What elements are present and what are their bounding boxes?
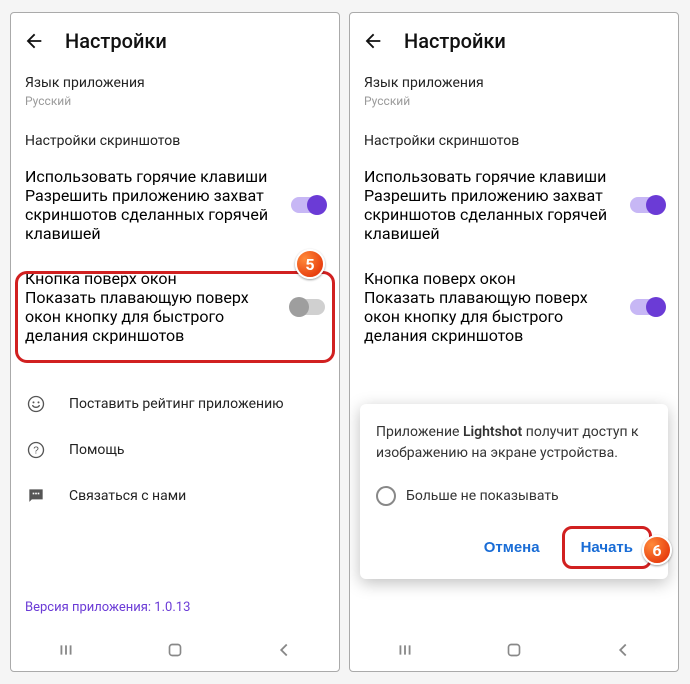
svg-text:?: ? [33,446,39,457]
overlay-toggle[interactable] [630,299,664,315]
start-button[interactable]: Начать [569,531,645,564]
header: Настройки [11,13,339,65]
hotkeys-label: Использовать горячие клавиши [25,167,283,186]
android-navbar [350,629,678,671]
language-row[interactable]: Язык приложения Русский [350,65,678,119]
hotkeys-row[interactable]: Использовать горячие клавиши Разрешить п… [350,157,678,253]
dialog-message: Приложение Lightshot получит доступ к из… [376,422,652,464]
help-label: Помощь [69,442,125,458]
language-value: Русский [364,93,584,109]
nav-recent-icon[interactable] [55,639,77,661]
page-title: Настройки [404,29,506,53]
overlay-desc: Показать плавающую поверх окон кнопку дл… [364,288,622,345]
hotkeys-desc: Разрешить приложению захват скриншотов с… [25,186,283,243]
dont-show-label: Больше не показывать [406,488,559,504]
app-version: Версия приложения: 1.0.13 [11,586,204,629]
language-row[interactable]: Язык приложения Русский [11,65,339,119]
hotkeys-label: Использовать горячие клавиши [364,167,622,186]
hotkeys-row[interactable]: Использовать горячие клавиши Разрешить п… [11,157,339,253]
language-value: Русский [25,93,245,109]
contact-row[interactable]: Связаться с нами [11,473,339,519]
nav-back-icon[interactable] [273,639,295,661]
language-label: Язык приложения [364,75,664,91]
back-arrow-icon[interactable] [362,30,384,52]
header: Настройки [350,13,678,65]
step-badge-6: 6 [642,535,672,565]
android-navbar [11,629,339,671]
hotkeys-toggle[interactable] [291,197,325,213]
overlay-row[interactable]: Кнопка поверх окон Показать плавающую по… [350,259,678,355]
nav-recent-icon[interactable] [394,639,416,661]
step-badge-5-label: 5 [305,255,314,274]
nav-home-icon[interactable] [164,639,186,661]
contact-label: Связаться с нами [69,488,186,504]
cancel-button[interactable]: Отмена [472,531,552,564]
feedback-icon [25,485,47,507]
highlight-overlay-row [15,271,335,363]
nav-home-icon[interactable] [503,639,525,661]
rate-label: Поставить рейтинг приложению [69,396,284,412]
rate-row[interactable]: Поставить рейтинг приложению [11,381,339,427]
hotkeys-toggle[interactable] [630,197,664,213]
highlight-start-button: Начать [562,526,652,569]
question-icon: ? [25,439,47,461]
step-badge-5: 5 [295,249,325,279]
phone-left: Настройки Язык приложения Русский Настро… [10,12,340,672]
screenshot-settings-header: Настройки скриншотов [11,119,339,157]
dialog-actions: Отмена Начать [376,526,652,569]
permission-dialog: Приложение Lightshot получит доступ к из… [360,404,668,579]
hotkeys-desc: Разрешить приложению захват скриншотов с… [364,186,622,243]
phone-right: Настройки Язык приложения Русский Настро… [349,12,679,672]
smile-icon [25,393,47,415]
settings-content: Язык приложения Русский Настройки скринш… [350,65,678,629]
dialog-msg-before: Приложение [376,424,463,440]
overlay-label: Кнопка поверх окон [364,269,622,288]
screenshot-settings-header: Настройки скриншотов [350,119,678,157]
step-badge-6-label: 6 [652,541,661,560]
dialog-app-name: Lightshot [463,424,522,440]
help-row[interactable]: ? Помощь [11,427,339,473]
nav-back-icon[interactable] [612,639,634,661]
page-title: Настройки [65,29,167,53]
checkbox-icon[interactable] [376,486,396,506]
dont-show-row[interactable]: Больше не показывать [376,486,652,506]
back-arrow-icon[interactable] [23,30,45,52]
language-label: Язык приложения [25,75,325,91]
